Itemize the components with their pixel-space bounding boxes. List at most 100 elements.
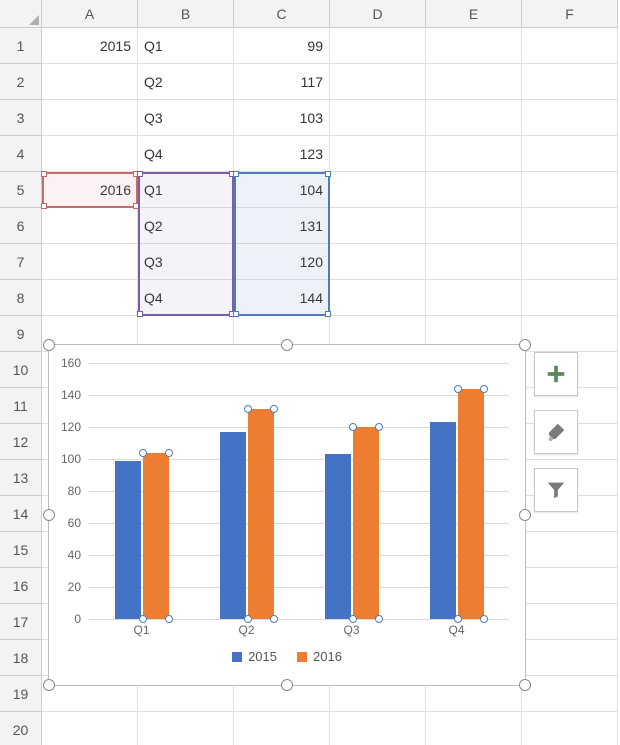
data-point-handle[interactable] (165, 449, 173, 457)
row-header[interactable]: 8 (0, 280, 42, 316)
resize-handle[interactable] (281, 679, 293, 691)
bar[interactable] (458, 389, 484, 619)
cell[interactable] (426, 136, 522, 172)
chart-filters-button[interactable] (534, 468, 578, 512)
cell[interactable] (42, 244, 138, 280)
cell[interactable]: Q1 (138, 172, 234, 208)
row-header[interactable]: 13 (0, 460, 42, 496)
cell[interactable] (522, 712, 618, 745)
cell[interactable]: 144 (234, 280, 330, 316)
data-point-handle[interactable] (349, 423, 357, 431)
data-point-handle[interactable] (480, 385, 488, 393)
data-point-handle[interactable] (454, 385, 462, 393)
cell[interactable] (42, 64, 138, 100)
cell[interactable] (426, 280, 522, 316)
chart-styles-button[interactable] (534, 410, 578, 454)
row-header[interactable]: 14 (0, 496, 42, 532)
row-header[interactable]: 5 (0, 172, 42, 208)
data-point-handle[interactable] (165, 615, 173, 623)
row-header[interactable]: 2 (0, 64, 42, 100)
cell[interactable]: Q4 (138, 280, 234, 316)
cell[interactable] (42, 136, 138, 172)
cell[interactable] (522, 208, 618, 244)
resize-handle[interactable] (281, 339, 293, 351)
cell[interactable] (522, 28, 618, 64)
cell[interactable] (330, 172, 426, 208)
cell[interactable] (522, 136, 618, 172)
cell[interactable] (330, 100, 426, 136)
data-point-handle[interactable] (244, 615, 252, 623)
row-header[interactable]: 20 (0, 712, 42, 745)
row-header[interactable]: 9 (0, 316, 42, 352)
cell[interactable]: Q3 (138, 100, 234, 136)
column-header[interactable]: D (330, 0, 426, 28)
cell[interactable]: 131 (234, 208, 330, 244)
cell[interactable]: Q3 (138, 244, 234, 280)
cell[interactable]: 104 (234, 172, 330, 208)
column-header[interactable]: A (42, 0, 138, 28)
bar[interactable] (325, 454, 351, 619)
data-point-handle[interactable] (375, 615, 383, 623)
row-header[interactable]: 7 (0, 244, 42, 280)
row-header[interactable]: 19 (0, 676, 42, 712)
row-header[interactable]: 18 (0, 640, 42, 676)
cell[interactable] (42, 712, 138, 745)
data-point-handle[interactable] (454, 615, 462, 623)
cell[interactable] (426, 244, 522, 280)
resize-handle[interactable] (43, 339, 55, 351)
resize-handle[interactable] (519, 509, 531, 521)
select-all-corner[interactable] (0, 0, 42, 28)
bar[interactable] (430, 422, 456, 619)
data-point-handle[interactable] (270, 615, 278, 623)
cell[interactable] (426, 172, 522, 208)
resize-handle[interactable] (43, 679, 55, 691)
cell[interactable] (426, 208, 522, 244)
cell[interactable]: 123 (234, 136, 330, 172)
cell[interactable] (522, 64, 618, 100)
bar[interactable] (115, 461, 141, 619)
row-header[interactable]: 1 (0, 28, 42, 64)
row-header[interactable]: 3 (0, 100, 42, 136)
legend-item[interactable]: 2015 (232, 649, 277, 664)
data-point-handle[interactable] (349, 615, 357, 623)
chart-elements-button[interactable] (534, 352, 578, 396)
cell[interactable] (42, 208, 138, 244)
cell[interactable]: 2015 (42, 28, 138, 64)
cell[interactable]: 99 (234, 28, 330, 64)
cell[interactable] (42, 280, 138, 316)
bar[interactable] (143, 453, 169, 619)
bar[interactable] (248, 409, 274, 619)
row-header[interactable]: 16 (0, 568, 42, 604)
embedded-chart[interactable]: 020406080100120140160 Q1Q2Q3Q4 20152016 (48, 344, 526, 686)
cell[interactable] (522, 640, 618, 676)
row-header[interactable]: 11 (0, 388, 42, 424)
cell[interactable] (522, 604, 618, 640)
cell[interactable] (522, 676, 618, 712)
cell[interactable] (234, 712, 330, 745)
cell[interactable]: Q2 (138, 208, 234, 244)
row-header[interactable]: 4 (0, 136, 42, 172)
cell[interactable] (426, 28, 522, 64)
cell[interactable] (330, 280, 426, 316)
cell[interactable] (330, 712, 426, 745)
cell[interactable] (522, 280, 618, 316)
data-point-handle[interactable] (139, 449, 147, 457)
cell[interactable] (522, 100, 618, 136)
row-header[interactable]: 6 (0, 208, 42, 244)
data-point-handle[interactable] (244, 405, 252, 413)
row-header[interactable]: 15 (0, 532, 42, 568)
bar[interactable] (353, 427, 379, 619)
cell[interactable] (522, 172, 618, 208)
row-header[interactable]: 10 (0, 352, 42, 388)
cell[interactable]: 2016 (42, 172, 138, 208)
chart-legend[interactable]: 20152016 (49, 649, 525, 664)
bar[interactable] (220, 432, 246, 619)
column-header[interactable]: F (522, 0, 618, 28)
cell[interactable]: Q2 (138, 64, 234, 100)
cell[interactable]: Q1 (138, 28, 234, 64)
cell[interactable] (426, 100, 522, 136)
data-point-handle[interactable] (139, 615, 147, 623)
cell[interactable]: 117 (234, 64, 330, 100)
cell[interactable] (522, 244, 618, 280)
cell[interactable] (426, 712, 522, 745)
